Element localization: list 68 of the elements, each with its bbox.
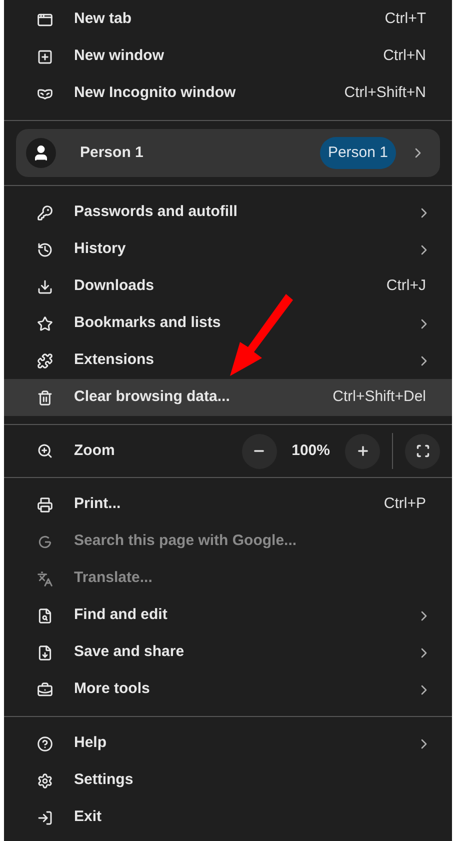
menu-item-label: Find and edit	[74, 605, 168, 626]
star-icon	[37, 316, 53, 332]
menu-item[interactable]: Save and share	[4, 634, 452, 671]
menu-item[interactable]: Downloads Ctrl+J	[4, 268, 452, 305]
menu-item-label: Exit	[74, 807, 102, 828]
new-window-icon	[37, 48, 53, 64]
menu-item[interactable]: New window Ctrl+N	[4, 38, 452, 75]
plus-icon	[356, 444, 370, 458]
menu-item-label: Downloads	[74, 276, 154, 296]
zoom-value: 100%	[292, 440, 330, 461]
find-icon	[37, 608, 53, 624]
printer-icon	[37, 496, 53, 512]
menu-item-label: Bookmarks and lists	[74, 313, 221, 334]
menu-item[interactable]: Find and edit	[4, 597, 452, 634]
menu-item-label: New tab	[74, 9, 132, 30]
menu-item[interactable]: New Incognito window Ctrl+Shift+N	[4, 75, 452, 112]
zoom-icon	[37, 443, 53, 459]
menu-item-label: Help	[74, 733, 107, 754]
shortcut-label: Ctrl+Shift+Del	[332, 387, 426, 408]
profile-badge: Person 1	[320, 136, 396, 170]
history-icon	[37, 242, 53, 258]
settings-icon	[37, 772, 53, 788]
menu-item[interactable]: Clear browsing data... Ctrl+Shift+Del	[4, 379, 452, 416]
download-icon	[37, 278, 53, 294]
menu-item-label: Settings	[74, 770, 134, 790]
tab-icon	[37, 12, 53, 28]
menu-item-label: Save and share	[74, 642, 184, 662]
profile-card[interactable]: Person 1 Person 1	[16, 129, 440, 177]
menu-item[interactable]: Settings	[4, 762, 452, 799]
menu-item-label: History	[74, 239, 126, 260]
shortcut-label: Ctrl+J	[386, 276, 426, 296]
fullscreen-icon	[416, 444, 430, 458]
menu-item-label: Extensions	[74, 350, 154, 370]
toolbox-icon	[37, 682, 53, 698]
shortcut-label: Ctrl+T	[384, 9, 426, 30]
file-save-icon	[37, 644, 53, 660]
exit-icon	[37, 810, 53, 826]
menu-item[interactable]: Help	[4, 725, 452, 762]
menu-item[interactable]: Extensions	[4, 342, 452, 379]
menu-item[interactable]: History	[4, 231, 452, 268]
zoom-label: Zoom	[74, 440, 115, 461]
menu-item-label: Clear browsing data...	[74, 387, 230, 408]
fullscreen-button[interactable]	[405, 434, 440, 468]
menu-item-label: Passwords and autofill	[74, 202, 238, 222]
shortcut-label: Ctrl+N	[383, 46, 426, 66]
menu-item-label: New window	[74, 46, 164, 66]
shortcut-label: Ctrl+Shift+N	[344, 83, 426, 104]
menu-item[interactable]: Print... Ctrl+P	[4, 486, 452, 523]
trash-icon	[37, 390, 53, 406]
menu-item[interactable]: More tools	[4, 671, 452, 708]
shortcut-label: Ctrl+P	[384, 494, 426, 514]
menu-item[interactable]: Passwords and autofill	[4, 194, 452, 231]
menu-item-label: Translate...	[74, 568, 152, 588]
profile-name: Person 1	[80, 142, 144, 163]
avatar-icon	[26, 138, 56, 168]
menu-item-label: More tools	[74, 679, 150, 700]
zoom-in-button[interactable]	[345, 434, 380, 468]
puzzle-icon	[37, 352, 53, 368]
menu-item-label: Search this page with Google...	[74, 531, 297, 552]
key-icon	[37, 204, 53, 220]
menu-item-label: New Incognito window	[74, 83, 236, 104]
menu-item[interactable]: Exit	[4, 799, 452, 836]
translate-icon	[37, 570, 53, 586]
menu-item-label: Print...	[74, 494, 121, 514]
menu-item[interactable]: New tab Ctrl+T	[4, 1, 452, 38]
menu-item[interactable]: Bookmarks and lists	[4, 305, 452, 342]
help-icon	[37, 736, 53, 752]
letter-g-icon	[37, 534, 53, 550]
